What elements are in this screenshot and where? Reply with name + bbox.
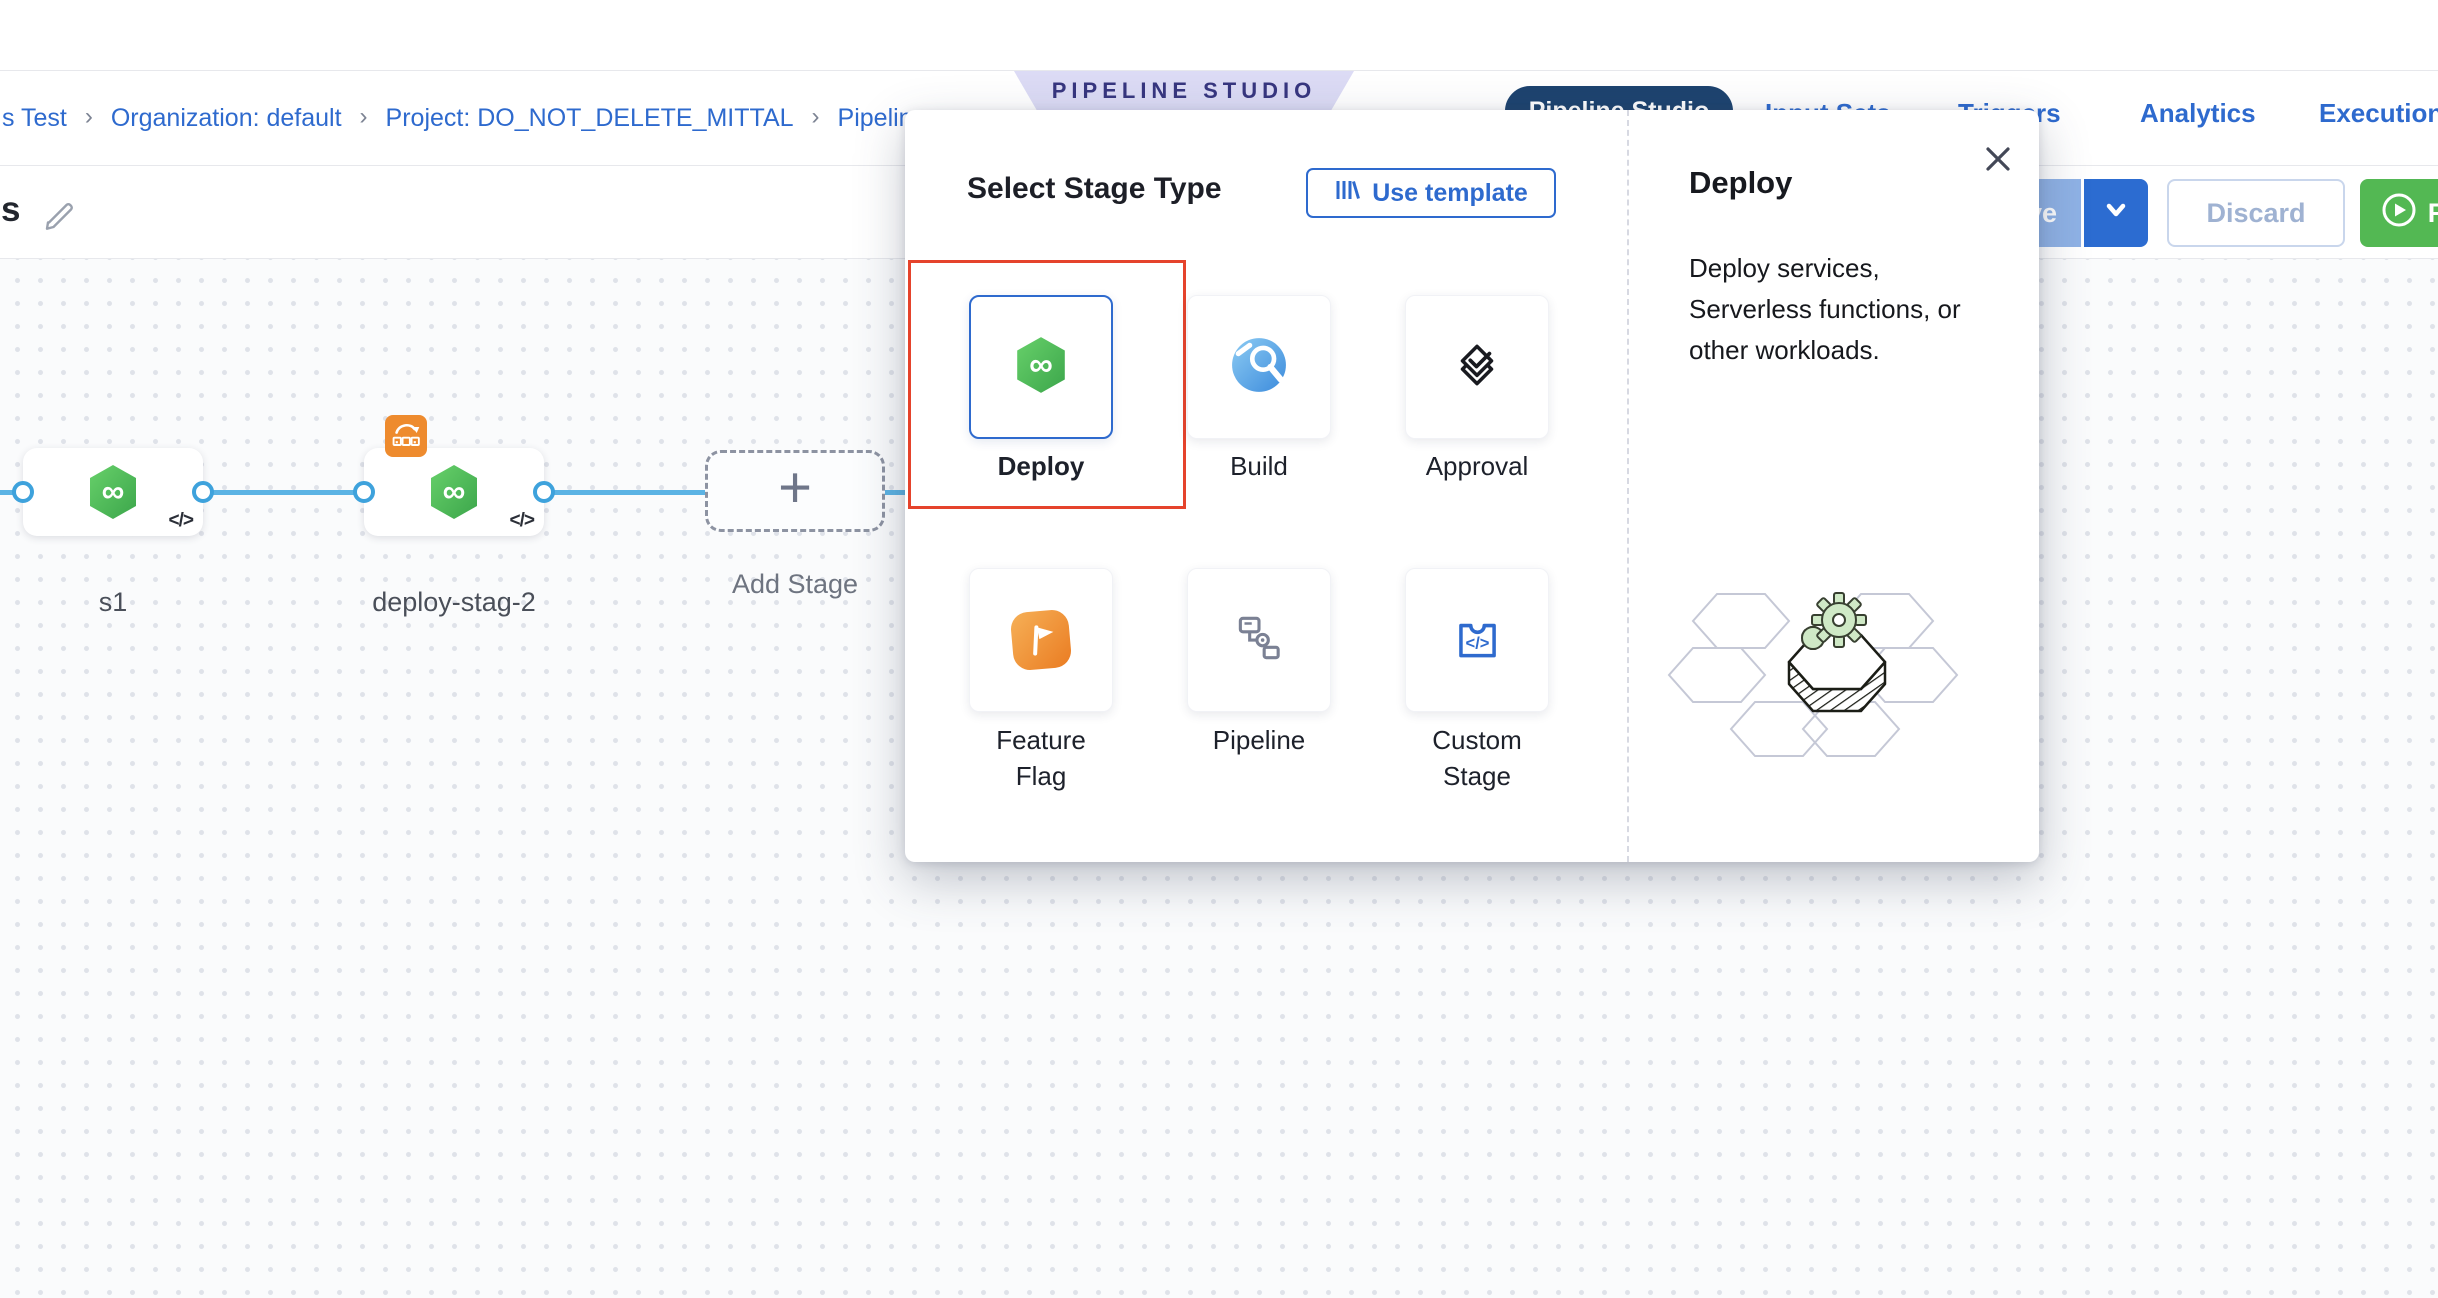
chevron-down-icon: [2101, 200, 2131, 227]
pipeline-nodes-icon: [1230, 609, 1288, 672]
stage-type-label-deploy: Deploy: [949, 448, 1133, 484]
save-options-button[interactable]: [2082, 179, 2148, 247]
stage-type-pipeline[interactable]: [1187, 568, 1331, 712]
stage-type-custom[interactable]: </>: [1405, 568, 1549, 712]
rolling-deployment-badge-icon: [385, 415, 427, 457]
play-circle-icon: [2380, 191, 2418, 236]
stage-yaml-icon: </>: [169, 510, 193, 532]
stage-type-deploy[interactable]: ∞: [969, 295, 1113, 439]
deploy-hexagon-icon: ∞: [428, 463, 480, 526]
select-stage-type-modal: Select Stage Type Use template ∞: [905, 110, 2039, 862]
close-icon[interactable]: [1981, 142, 2015, 176]
add-stage-button[interactable]: +: [705, 450, 885, 532]
svg-text:</>: </>: [1466, 633, 1490, 652]
breadcrumb: s Test › Organization: default › Project…: [2, 71, 926, 165]
deploy-hexagon-icon: ∞: [1014, 335, 1068, 400]
window-top-strip: [0, 0, 2438, 71]
approval-diamond-check-icon: [1448, 336, 1506, 399]
breadcrumb-separator: ›: [85, 103, 93, 131]
breadcrumb-separator: ›: [360, 103, 368, 131]
stage-type-feature-flag[interactable]: [969, 568, 1113, 712]
svg-text:∞: ∞: [443, 473, 466, 509]
edit-pencil-icon[interactable]: [42, 194, 78, 235]
stage-type-label-custom-stage: Custom Stage: [1405, 722, 1549, 794]
stage-type-label-pipeline: Pipeline: [1167, 722, 1351, 758]
template-library-icon: [1334, 177, 1360, 210]
tab-execution-history[interactable]: Execution: [2319, 98, 2438, 129]
stage-detail-title: Deploy: [1689, 165, 1792, 201]
pipeline-studio-ribbon: PIPELINE STUDIO: [1014, 71, 1354, 112]
build-ci-icon: [1230, 336, 1288, 399]
stage-node-deploy-stag-2[interactable]: ∞ </>: [364, 448, 544, 536]
run-button[interactable]: Run: [2360, 179, 2438, 247]
stage-port[interactable]: [353, 481, 375, 503]
discard-button[interactable]: Discard: [2167, 179, 2345, 247]
stage-type-approval[interactable]: [1405, 295, 1549, 439]
stage-type-label-feature-flag: Feature Flag: [969, 722, 1113, 794]
stage-port[interactable]: [533, 481, 555, 503]
breadcrumb-organization[interactable]: Organization: default: [111, 104, 342, 133]
stage-type-build[interactable]: [1187, 295, 1331, 439]
stage-label: deploy-stag-2: [344, 587, 564, 618]
feature-flag-icon: [1010, 609, 1073, 672]
breadcrumb-account[interactable]: s Test: [2, 104, 67, 133]
stage-port[interactable]: [192, 481, 214, 503]
stage-detail-description: Deploy services, Serverless functions, o…: [1689, 248, 1977, 371]
stage-node-s1[interactable]: ∞ </>: [23, 448, 203, 536]
stage-type-label-build: Build: [1167, 448, 1351, 484]
add-stage-label: Add Stage: [685, 569, 905, 600]
stage-yaml-icon: </>: [510, 510, 534, 532]
modal-divider: [1627, 110, 1629, 862]
deploy-hexagon-icon: ∞: [87, 463, 139, 526]
deploy-honeycomb-illustration: [1667, 580, 2007, 795]
stage-label: s1: [3, 587, 223, 618]
use-template-button[interactable]: Use template: [1306, 168, 1556, 218]
svg-text:∞: ∞: [102, 473, 125, 509]
breadcrumb-separator: ›: [812, 103, 820, 131]
stage-type-label-approval: Approval: [1385, 448, 1569, 484]
breadcrumb-project[interactable]: Project: DO_NOT_DELETE_MITTAL: [386, 104, 794, 133]
stage-port[interactable]: [12, 481, 34, 503]
custom-stage-code-icon: </>: [1448, 609, 1506, 672]
pipeline-name: s: [1, 190, 20, 230]
tab-analytics[interactable]: Analytics: [2140, 98, 2256, 129]
svg-text:∞: ∞: [1029, 346, 1053, 383]
modal-title: Select Stage Type: [967, 172, 1222, 206]
